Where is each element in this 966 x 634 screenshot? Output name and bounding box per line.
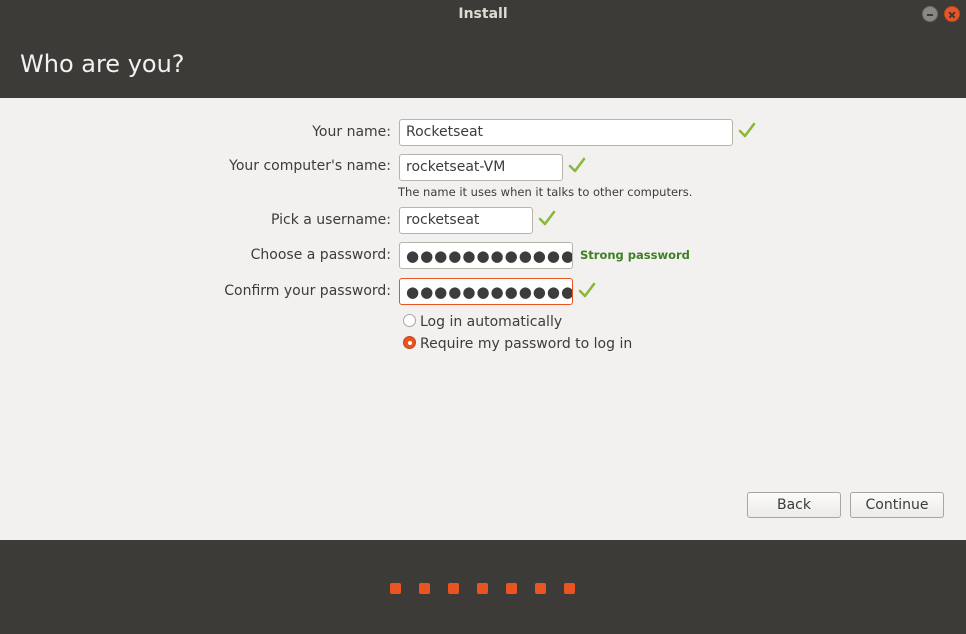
- check-icon: [538, 210, 556, 226]
- name-field[interactable]: Rocketseat: [399, 119, 733, 146]
- password-mask: ●●●●●●●●●●●●: [406, 247, 573, 265]
- name-label: Your name:: [312, 124, 391, 140]
- username-value: rocketseat: [406, 212, 480, 228]
- login-require-option[interactable]: Require my password to log in: [403, 336, 632, 352]
- progress-dot: [564, 583, 575, 594]
- progress-dot: [535, 583, 546, 594]
- login-auto-option[interactable]: Log in automatically: [403, 314, 562, 330]
- progress-dot: [477, 583, 488, 594]
- continue-button[interactable]: Continue: [850, 492, 944, 518]
- confirm-password-label: Confirm your password:: [224, 283, 391, 299]
- password-strength: Strong password: [580, 248, 690, 262]
- password-label: Choose a password:: [250, 247, 391, 263]
- password-field[interactable]: ●●●●●●●●●●●●: [399, 242, 573, 269]
- login-require-label: Require my password to log in: [420, 336, 633, 352]
- username-field[interactable]: rocketseat: [399, 207, 533, 234]
- progress-dot: [506, 583, 517, 594]
- form-area: Your name: Rocketseat Your computer's na…: [0, 98, 966, 540]
- title-bar: Install: [0, 0, 966, 28]
- radio-icon[interactable]: [403, 314, 416, 327]
- confirm-password-mask: ●●●●●●●●●●●●: [406, 283, 573, 301]
- check-icon: [568, 157, 586, 173]
- minimize-icon[interactable]: [922, 6, 938, 22]
- close-icon[interactable]: [944, 6, 960, 22]
- back-button[interactable]: Back: [747, 492, 841, 518]
- progress-footer: [0, 540, 966, 634]
- check-icon: [578, 282, 596, 298]
- page-header: Who are you?: [0, 28, 966, 98]
- name-value: Rocketseat: [406, 124, 484, 140]
- progress-dot: [448, 583, 459, 594]
- computer-name-hint: The name it uses when it talks to other …: [398, 185, 693, 199]
- progress-dot: [390, 583, 401, 594]
- radio-selected-icon[interactable]: [403, 336, 416, 349]
- computer-name-value: rocketseat-VM: [406, 159, 506, 175]
- username-label: Pick a username:: [270, 212, 391, 228]
- window-title: Install: [458, 6, 508, 22]
- confirm-password-field[interactable]: ●●●●●●●●●●●●: [399, 278, 573, 305]
- computer-name-label: Your computer's name:: [229, 158, 391, 174]
- login-auto-label: Log in automatically: [420, 314, 563, 330]
- page-title: Who are you?: [20, 50, 185, 78]
- computer-name-field[interactable]: rocketseat-VM: [399, 154, 563, 181]
- progress-dot: [419, 583, 430, 594]
- check-icon: [738, 122, 756, 138]
